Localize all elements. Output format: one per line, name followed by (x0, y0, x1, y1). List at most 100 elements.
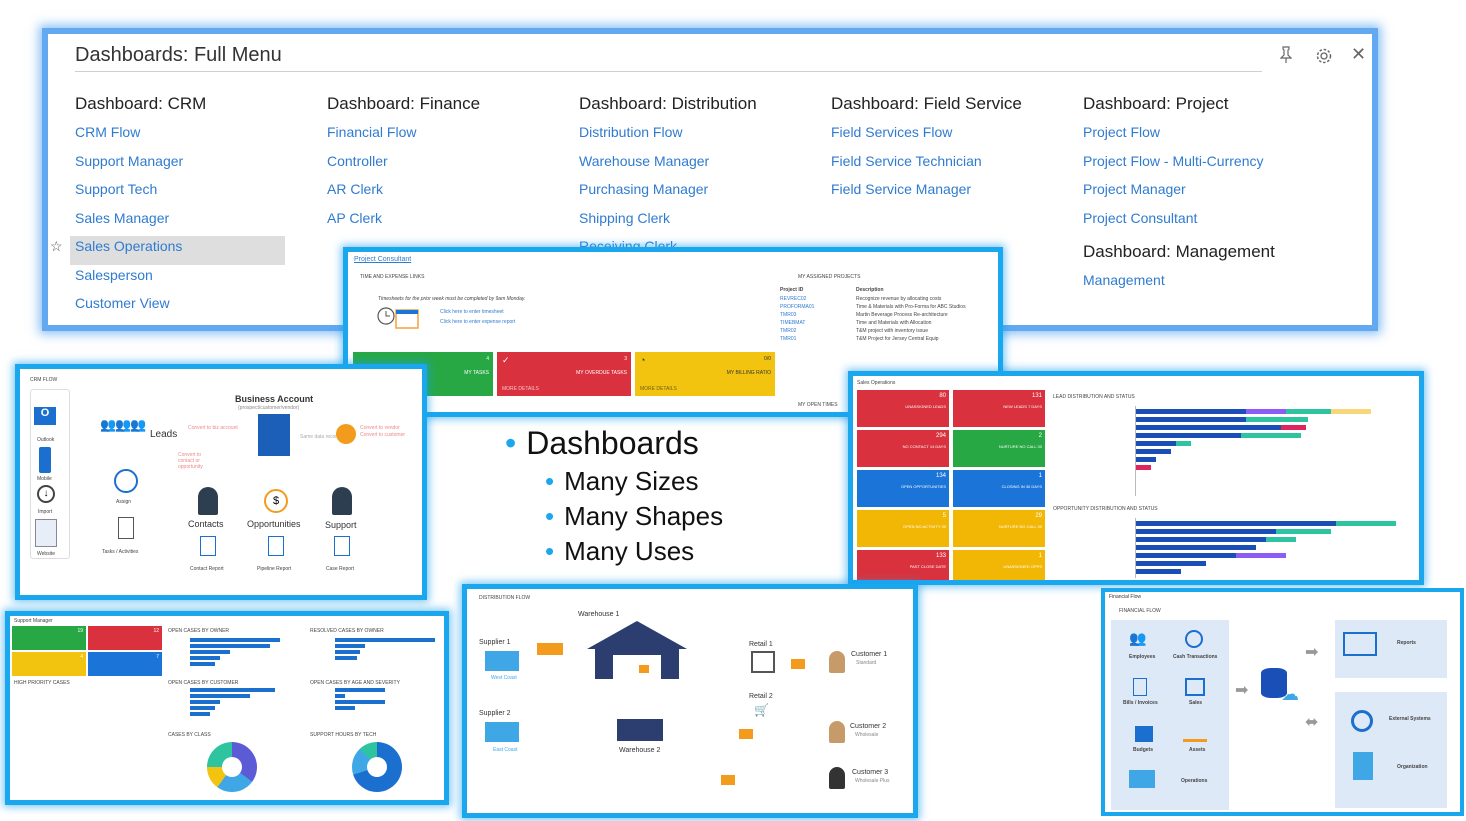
sales-kpi-tile[interactable]: 133 PAST CLOSE DATE (857, 550, 949, 580)
tile-value: 80 (939, 393, 946, 399)
menu-item-shipping-clerk[interactable]: Shipping Clerk (579, 208, 819, 237)
menu-item-salesperson[interactable]: Salesperson (75, 265, 315, 294)
chart-bar (335, 650, 360, 654)
project-id[interactable]: TMR01 (780, 336, 796, 342)
chart-bar (1246, 409, 1286, 414)
menu-item-marketing-manager[interactable]: Marketing Manager (75, 322, 315, 326)
close-icon[interactable]: ✕ (1351, 44, 1366, 65)
menu-item-warehouse-manager[interactable]: Warehouse Manager (579, 151, 819, 180)
sales-kpi-tile[interactable]: 294 NO CONTACT 14 DAYS (857, 430, 949, 467)
flow-label: Convert to customer (360, 432, 406, 438)
my-billing-ratio-tile[interactable]: ◔ 0/0 MY BILLING RATIO MORE DETAILS (635, 352, 775, 396)
sales-kpi-tile[interactable]: 1 CLOSING IN 30 DAYS (953, 470, 1045, 507)
menu-item-label: Sales Operations (75, 238, 183, 254)
budgets-icon (1135, 726, 1153, 742)
warehouse1-label: Warehouse 1 (578, 611, 620, 618)
menu-item-customer-view[interactable]: Customer View (75, 293, 315, 322)
person-icon (829, 721, 845, 743)
tile-label: OPEN OPPORTUNITIES (900, 484, 946, 489)
menu-item-distribution-flow[interactable]: Distribution Flow (579, 122, 819, 151)
menu-item-field-service-technician[interactable]: Field Service Technician (831, 151, 1071, 180)
customer2-label: Customer 2 (850, 723, 887, 730)
menu-item-field-services-flow[interactable]: Field Services Flow (831, 122, 1071, 151)
menu-item-ar-clerk[interactable]: AR Clerk (327, 179, 567, 208)
expense-link[interactable]: Click here to enter expense report (440, 319, 515, 325)
tile-more[interactable]: MORE DETAILS (502, 386, 539, 392)
star-icon[interactable]: ☆ (50, 236, 63, 256)
menu-item-crm-flow[interactable]: CRM Flow (75, 122, 315, 151)
column-header: Dashboard: CRM (75, 94, 207, 113)
sales-kpi-tile[interactable]: 131 NEW LEADS 7 DAYS (953, 390, 1045, 427)
factory-icon (485, 651, 519, 671)
menu-item-project-consultant[interactable]: Project Consultant (1083, 208, 1363, 237)
timesheet-link[interactable]: Click here to enter timesheet (440, 309, 504, 315)
menu-item-management[interactable]: Management (1083, 270, 1363, 299)
timesheet-note: Timesheets for the prior week must be co… (378, 296, 526, 302)
project-id[interactable]: TIMEBMAT (780, 320, 805, 326)
sales-kpi-tile[interactable]: 80 UNASSIGNED LEADS (857, 390, 949, 427)
chart-bar (190, 656, 220, 660)
gear-icon[interactable] (1315, 47, 1333, 68)
menu-item-support-tech[interactable]: Support Tech (75, 179, 315, 208)
menu-item-financial-flow[interactable]: Financial Flow (327, 122, 567, 151)
customer-type: Standard (856, 660, 877, 666)
chart-bar (335, 700, 385, 704)
kpi-tile[interactable]: 7 (88, 652, 162, 676)
project-id[interactable]: TMR03 (780, 312, 796, 318)
menu-item-ap-clerk[interactable]: AP Clerk (327, 208, 567, 237)
organization-icon (1353, 752, 1373, 780)
menu-item-support-manager[interactable]: Support Manager (75, 151, 315, 180)
cash-icon (1185, 630, 1203, 648)
tile-value: 131 (1031, 393, 1042, 399)
bullet-main: • Dashboards (505, 425, 699, 461)
project-id[interactable]: REVREC02 (780, 296, 806, 302)
kpi-tile[interactable]: 12 (88, 626, 162, 650)
sales-kpi-tile[interactable]: 1 UNASSIGNED OPPS (953, 550, 1045, 580)
external-systems-icon (1351, 710, 1373, 732)
menu-column-distribution: Dashboard: Distribution Distribution Flo… (579, 94, 819, 265)
project-description: Recognize revenue by allocating costs (856, 296, 942, 302)
tile-label: MY TASKS (464, 370, 489, 376)
distribution-flow-thumbnail: DISTRIBUTION FLOW Warehouse 1 Supplier 1… (462, 584, 918, 818)
business-account-label: Business Account (235, 394, 314, 404)
chart-bar (1136, 537, 1266, 542)
chart-bar (1136, 545, 1256, 550)
pin-icon[interactable] (1279, 46, 1293, 67)
sales-kpi-tile[interactable]: 29 NURTURE NO CALL 30 (953, 510, 1045, 547)
sales-kpi-tile[interactable]: 2 NURTURE NO CALL 30 (953, 430, 1045, 467)
timer-icon: ◔ (640, 355, 646, 365)
menu-item-field-service-manager[interactable]: Field Service Manager (831, 179, 1071, 208)
tile-value: 2 (1038, 433, 1042, 439)
menu-item-purchasing-manager[interactable]: Purchasing Manager (579, 179, 819, 208)
project-id[interactable]: PROFORMA01 (780, 304, 814, 310)
bullet-text: Dashboards (526, 425, 699, 461)
chart-bar (1276, 529, 1331, 534)
menu-column-crm: Dashboard: CRM CRM Flow Support Manager … (50, 94, 315, 326)
menu-item-sales-operations[interactable]: ☆ Sales Operations (50, 236, 285, 265)
menu-item-project-flow[interactable]: Project Flow (1083, 122, 1363, 151)
menu-title: Dashboards: Full Menu (75, 44, 282, 66)
customer3-label: Customer 3 (852, 769, 889, 776)
menu-item-project-manager[interactable]: Project Manager (1083, 179, 1363, 208)
sales-kpi-tile[interactable]: 134 OPEN OPPORTUNITIES (857, 470, 949, 507)
menu-item-sales-manager[interactable]: Sales Manager (75, 208, 315, 237)
column-header: Dashboard: Distribution (579, 94, 757, 113)
donut-hole (367, 757, 387, 777)
cloud-icon: ☁ (1281, 684, 1299, 704)
bullet-sub: • Many Uses (545, 536, 695, 566)
chart-bar (335, 706, 355, 710)
node-label: Bills / Invoices (1123, 700, 1158, 706)
project-id[interactable]: TMR02 (780, 328, 796, 334)
location-label: West Coast (491, 675, 517, 681)
sales-kpi-tile[interactable]: 5 OPEN NO ACTIVITY 30 (857, 510, 949, 547)
kpi-tile[interactable]: 4 (12, 652, 86, 676)
menu-item-project-flow-multi-currency[interactable]: Project Flow - Multi-Currency (1083, 151, 1363, 180)
project-description: Martin Beverage Process Re-architecture (856, 312, 948, 318)
leads-label: Leads (150, 429, 178, 440)
my-overdue-tasks-tile[interactable]: ✓ 3 MY OVERDUE TASKS MORE DETAILS (497, 352, 631, 396)
menu-item-controller[interactable]: Controller (327, 151, 567, 180)
case-report-icon (334, 536, 350, 556)
tile-more[interactable]: MORE DETAILS (640, 386, 677, 392)
source-label: Outlook (37, 437, 55, 443)
kpi-tile[interactable]: 19 (12, 626, 86, 650)
